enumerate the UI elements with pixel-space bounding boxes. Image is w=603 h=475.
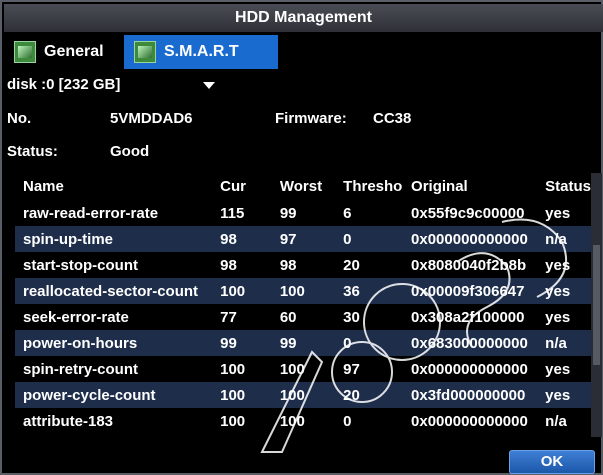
row-name: seek-error-rate (23, 308, 129, 326)
tab-smart[interactable]: S.M.A.R.T (124, 35, 278, 69)
tab-bar: General S.M.A.R.T (4, 35, 603, 69)
table-header-row: Name Cur Worst Thresho Original Status (15, 173, 591, 200)
firmware-value: CC38 (373, 110, 412, 127)
tab-general-label: General (44, 43, 104, 60)
row-cur: 99 (212, 330, 272, 356)
disk-select[interactable]: disk :0 [232 GB] (7, 74, 219, 96)
smart-table: Name Cur Worst Thresho Original Status r… (15, 173, 591, 437)
row-threshold: 30 (343, 308, 360, 326)
row-worst: 98 (279, 256, 297, 274)
header-name: Name (23, 178, 64, 195)
row-original: 0x55f9c9c00000 (411, 204, 525, 222)
row-worst: 97 (271, 226, 336, 252)
row-status: n/a (537, 330, 591, 356)
row-threshold: 0 (335, 226, 404, 252)
row-status: n/a (545, 412, 567, 430)
table-row[interactable]: spin-up-time 98 97 0 0x000000000000 n/a (15, 226, 591, 252)
chevron-down-icon[interactable] (203, 82, 215, 89)
firmware-label: Firmware: (275, 110, 347, 127)
status-value: Good (110, 143, 150, 160)
row-status: yes (545, 308, 571, 326)
row-name: power-on-hours (15, 330, 213, 356)
row-threshold: 20 (335, 382, 404, 408)
header-cur: Cur (220, 178, 246, 195)
no-value: 5VMDDAD6 (110, 110, 193, 127)
row-original: 0x683000000000 (403, 330, 538, 356)
ok-button[interactable]: OK (509, 450, 595, 474)
row-threshold: 97 (343, 360, 360, 378)
tab-general[interactable]: General (4, 35, 122, 69)
row-threshold: 20 (343, 256, 360, 274)
row-cur: 100 (212, 278, 272, 304)
table-row[interactable]: start-stop-count 98 98 20 0x8080040f2b8b yes (15, 252, 591, 278)
row-name: reallocated-sector-count (15, 278, 213, 304)
row-name: spin-up-time (15, 226, 213, 252)
table-row[interactable]: reallocated-sector-count 100 100 36 0x00009f… (15, 278, 591, 304)
row-status: yes (545, 204, 571, 222)
no-label: No. (7, 110, 32, 127)
row-cur: 100 (212, 382, 272, 408)
window-title: HDD Management (4, 4, 603, 32)
row-threshold: 36 (335, 278, 404, 304)
row-cur: 100 (220, 360, 246, 378)
table-row[interactable]: power-cycle-count 100 100 20 0x3fd000000000 y… (15, 382, 591, 408)
row-status: n/a (537, 226, 591, 252)
row-name: attribute-183 (23, 412, 114, 430)
row-worst: 60 (279, 308, 297, 326)
row-worst: 99 (271, 330, 336, 356)
header-original: Original (411, 178, 468, 195)
row-original: 0x000000000000 (403, 226, 538, 252)
table-row[interactable]: power-on-hours 99 99 0 0x683000000000 n/a (15, 330, 591, 356)
table-row[interactable]: raw-read-error-rate 115 99 6 0x55f9c9c00000 y… (15, 200, 591, 226)
row-status: yes (537, 278, 591, 304)
row-threshold: 6 (343, 204, 352, 222)
tab-smart-label: S.M.A.R.T (164, 43, 239, 60)
row-cur: 98 (212, 226, 272, 252)
row-worst: 99 (279, 204, 297, 222)
row-threshold: 0 (335, 330, 404, 356)
table-row[interactable]: attribute-183 100 100 0 0x000000000000 n/a (15, 408, 591, 434)
row-original: 0x308a2f100000 (411, 308, 525, 326)
row-worst: 100 (279, 360, 305, 378)
row-cur: 100 (220, 412, 246, 430)
table-scrollbar[interactable] (591, 173, 602, 437)
row-cur: 115 (220, 204, 245, 222)
row-original: 0x3fd000000000 (403, 382, 538, 408)
row-status: yes (545, 256, 571, 274)
header-threshold: Thresho (343, 178, 403, 195)
scrollbar-thumb[interactable] (593, 245, 600, 365)
table-row[interactable]: seek-error-rate 77 60 30 0x308a2f100000 yes (15, 304, 591, 330)
row-original: 0x000000000000 (411, 360, 528, 378)
status-label: Status: (7, 143, 58, 160)
hdd-icon (14, 41, 36, 63)
hdd-management-window: HDD Management General S.M.A.R.T disk :0… (0, 0, 603, 475)
row-name: spin-retry-count (23, 360, 139, 378)
row-original: 0x8080040f2b8b (411, 256, 527, 274)
row-worst: 100 (271, 278, 336, 304)
row-worst: 100 (271, 382, 336, 408)
row-cur: 98 (220, 256, 237, 274)
row-name: start-stop-count (23, 256, 138, 274)
disk-select-value: disk :0 [232 GB] (7, 76, 121, 93)
header-status: Status (545, 178, 591, 195)
row-status: yes (537, 382, 591, 408)
table-row[interactable]: spin-retry-count 100 100 97 0x000000000000 ye… (15, 356, 591, 382)
row-cur: 77 (220, 308, 237, 326)
row-worst: 100 (279, 412, 305, 430)
hdd-icon (134, 41, 156, 63)
row-original: 0x00009f306647 (403, 278, 538, 304)
row-original: 0x000000000000 (411, 412, 528, 430)
row-status: yes (545, 360, 571, 378)
row-name: power-cycle-count (15, 382, 213, 408)
header-worst: Worst (279, 178, 323, 195)
row-threshold: 0 (343, 412, 352, 430)
row-name: raw-read-error-rate (23, 204, 159, 222)
